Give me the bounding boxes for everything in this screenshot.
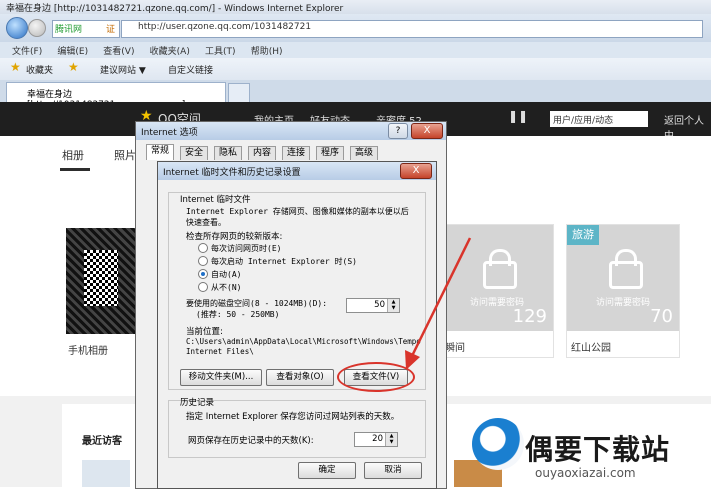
arrow-shaft [410, 237, 472, 357]
watermark-text: 偶要下载站 [525, 433, 671, 466]
watermark-logo-icon [472, 418, 524, 470]
watermark-sub: ouyaoxiazai.com [535, 466, 636, 480]
annotation-arrow [405, 237, 472, 370]
